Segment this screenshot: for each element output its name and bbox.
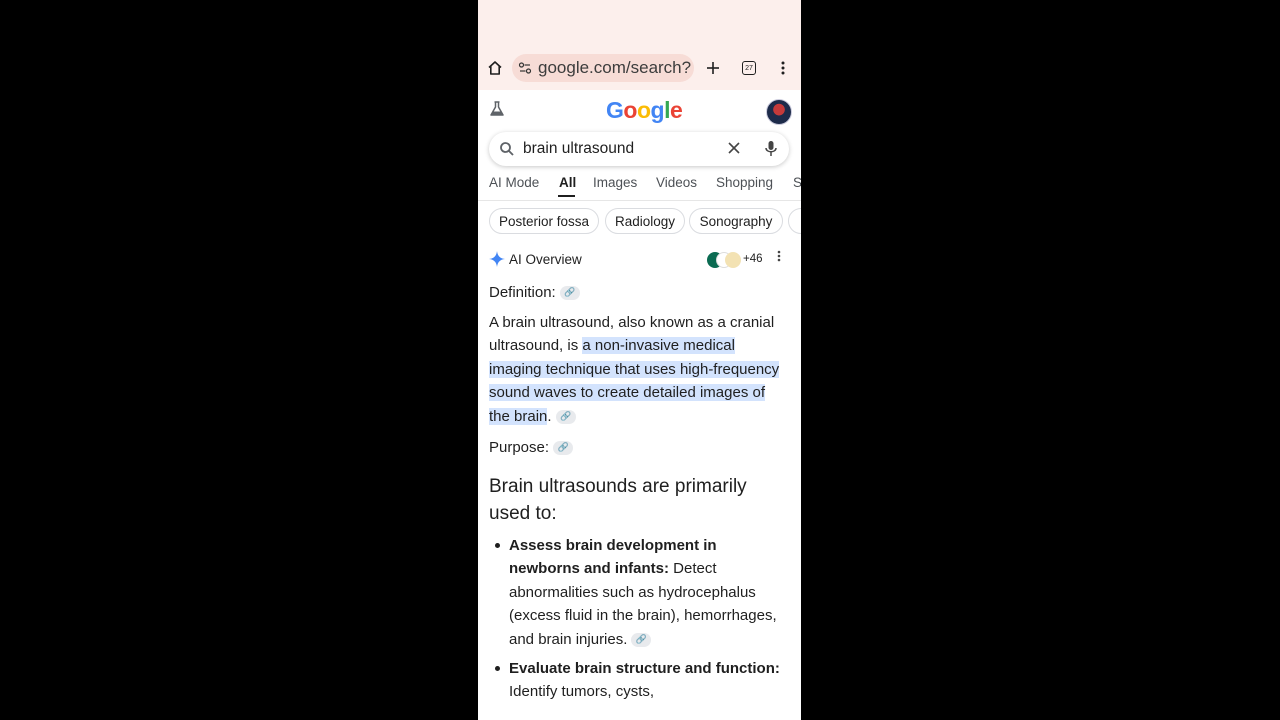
- tab-videos[interactable]: Videos: [656, 175, 697, 190]
- sources-count[interactable]: +46: [743, 253, 763, 265]
- definition-label: Definition:: [489, 284, 556, 301]
- home-icon[interactable]: [484, 50, 506, 86]
- logo-letter-g2: g: [650, 97, 665, 123]
- search-input[interactable]: [523, 137, 713, 161]
- google-logo[interactable]: Google: [606, 97, 683, 124]
- section-heading: Brain ultrasounds are primarily used to:: [489, 476, 747, 524]
- purpose-label: Purpose:: [489, 439, 550, 456]
- tab-switcher-button[interactable]: 27: [738, 50, 760, 86]
- definition-end: .: [547, 407, 552, 425]
- url-text: google.com/search?: [538, 58, 692, 77]
- tab-more-cut-off[interactable]: S: [793, 175, 801, 190]
- search-results-page: Google AI Mode All Images Videos Shoppin…: [478, 90, 801, 720]
- clear-icon[interactable]: [727, 141, 741, 160]
- account-avatar[interactable]: [766, 99, 792, 125]
- definition-label-row: Definition: 🔗: [489, 281, 784, 304]
- new-tab-icon[interactable]: [702, 50, 724, 86]
- address-bar[interactable]: google.com/search?: [512, 54, 694, 82]
- chip-posterior-fossa[interactable]: Posterior fossa: [489, 208, 599, 234]
- link-icon[interactable]: 🔗: [559, 286, 580, 301]
- list-item-title: Evaluate brain structure and function:: [509, 660, 780, 678]
- phone-screen: google.com/search? 27 Google brain ultra…: [478, 0, 801, 720]
- sparkle-icon: [489, 251, 505, 272]
- chip-sonography[interactable]: Sonography: [689, 208, 783, 234]
- overview-more-icon[interactable]: [777, 250, 781, 265]
- link-icon[interactable]: 🔗: [555, 409, 576, 424]
- link-icon[interactable]: 🔗: [553, 441, 574, 456]
- search-icon: [499, 141, 515, 162]
- list-item: Evaluate brain structure and function: I…: [489, 657, 784, 704]
- source-favicon-3: [725, 252, 741, 268]
- active-tab-indicator: [558, 195, 575, 197]
- purpose-label-row: Purpose: 🔗: [489, 436, 784, 459]
- search-box[interactable]: [489, 132, 789, 166]
- tab-all[interactable]: All: [559, 175, 576, 190]
- chip-partial[interactable]: [788, 208, 801, 234]
- ai-overview-header: AI Overview +46: [489, 250, 789, 272]
- logo-letter-o1: o: [623, 97, 637, 123]
- purpose-list: Assess brain development in newborns and…: [489, 534, 784, 704]
- list-item: Assess brain development in newborns and…: [489, 534, 784, 651]
- site-settings-icon[interactable]: [518, 61, 532, 75]
- list-item-text: Identify tumors, cysts,: [509, 683, 655, 701]
- more-options-icon[interactable]: [774, 50, 792, 86]
- browser-toolbar: google.com/search? 27: [478, 50, 801, 86]
- ai-overview-title: AI Overview: [509, 252, 582, 267]
- tab-images[interactable]: Images: [593, 175, 637, 190]
- definition-paragraph: A brain ultrasound, also known as a cran…: [489, 311, 784, 428]
- logo-letter-g: G: [606, 97, 624, 123]
- tab-shopping[interactable]: Shopping: [716, 175, 773, 190]
- logo-letter-o2: o: [636, 97, 651, 123]
- chip-radiology[interactable]: Radiology: [605, 208, 685, 234]
- tab-count: 27: [742, 61, 756, 75]
- microphone-icon[interactable]: [764, 140, 778, 163]
- logo-letter-e: e: [669, 97, 683, 123]
- labs-flask-icon[interactable]: [488, 100, 508, 120]
- tab-ai-mode[interactable]: AI Mode: [489, 175, 539, 190]
- link-icon[interactable]: 🔗: [631, 632, 652, 647]
- divider: [478, 200, 801, 201]
